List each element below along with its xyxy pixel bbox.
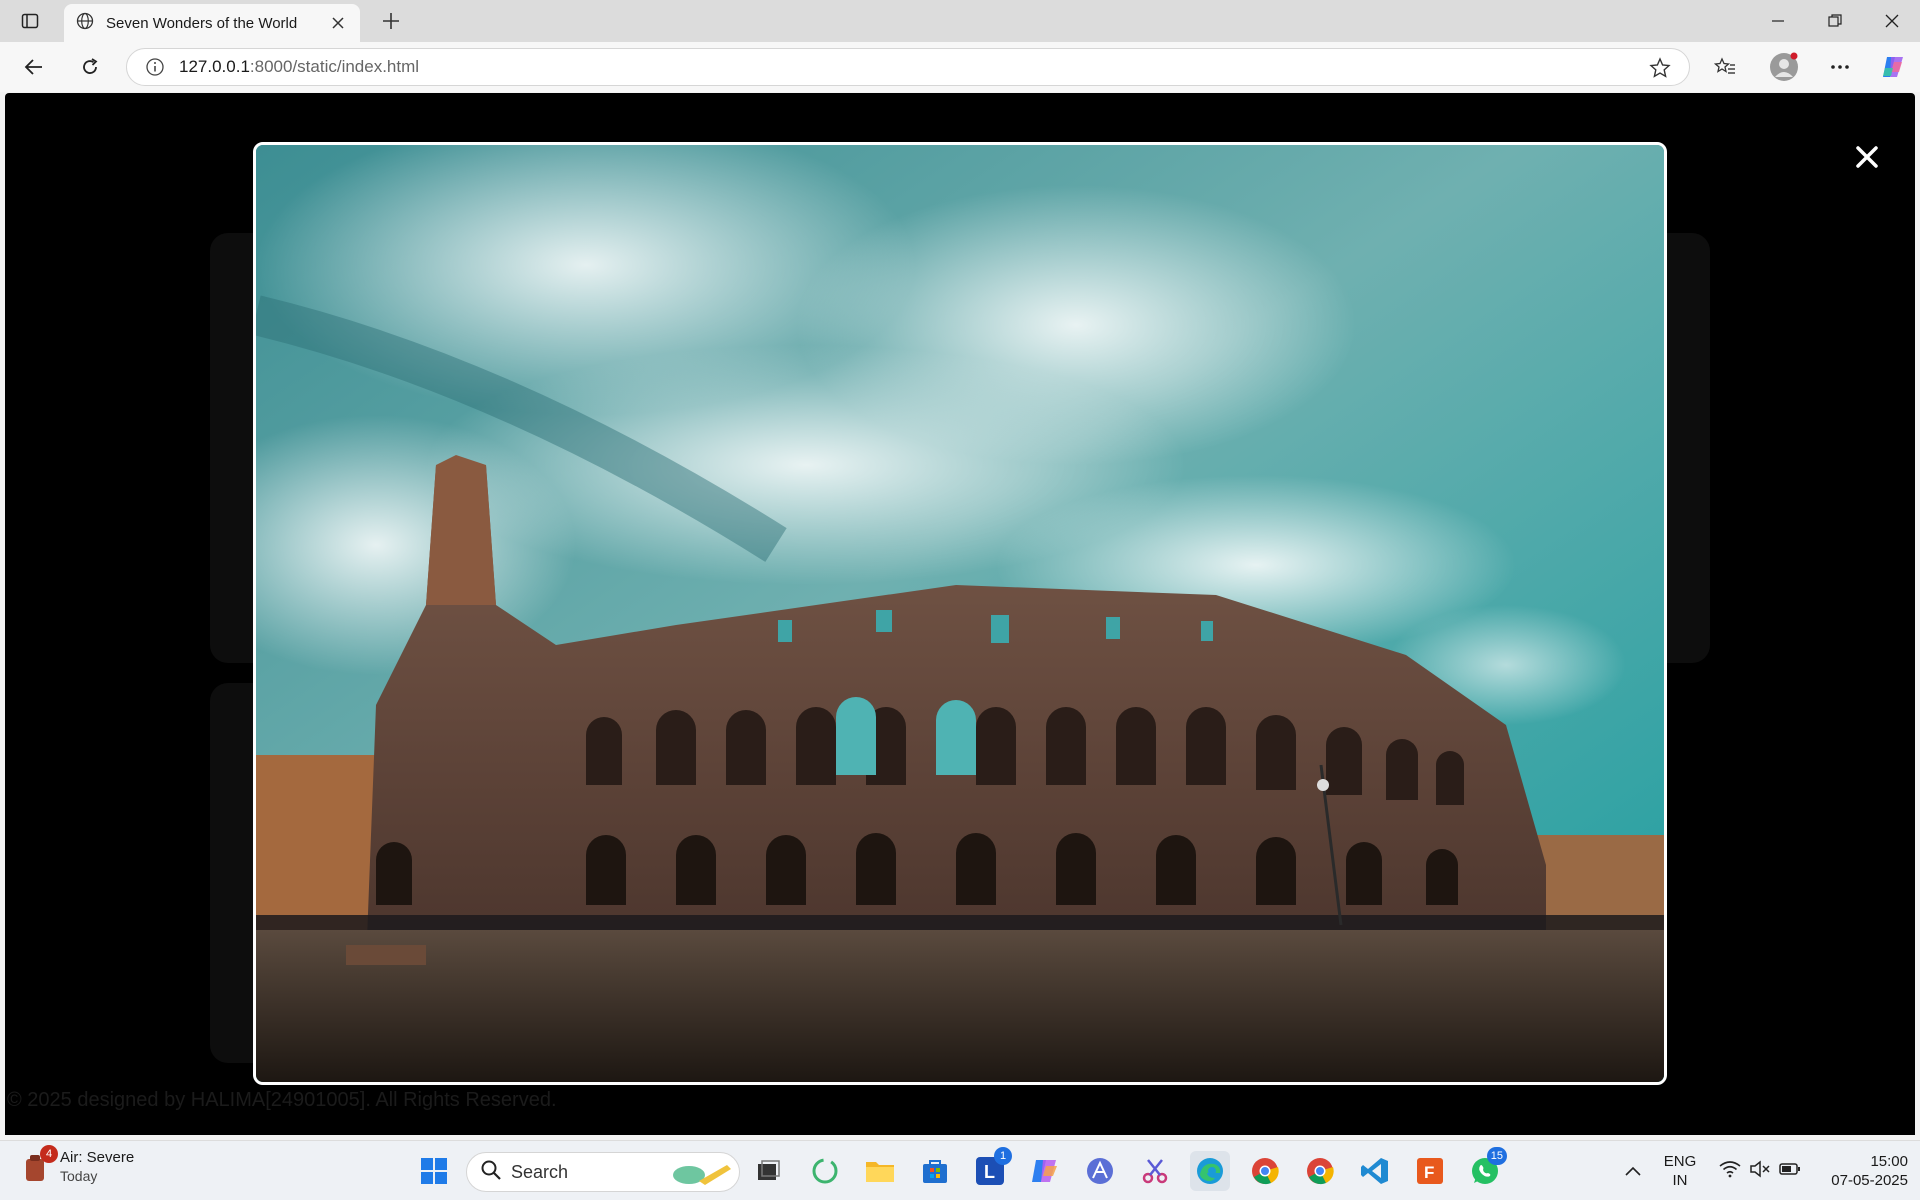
whatsapp-badge: 15 [1486,1147,1507,1165]
browser-tab[interactable]: Seven Wonders of the World [64,4,360,42]
back-arrow-icon[interactable] [20,53,48,81]
task-view-icon[interactable] [748,1151,788,1191]
browser-toolbar: 127.0.0.1:8000/static/index.html [0,42,1920,92]
minimize-icon[interactable] [1749,0,1806,42]
chevron-up-icon[interactable] [1613,1151,1653,1191]
restore-icon[interactable] [1806,0,1863,42]
vscode-icon[interactable] [1355,1151,1395,1191]
edge-browser-icon[interactable] [1190,1151,1230,1191]
chrome-icon[interactable] [1245,1151,1285,1191]
battery-icon [1779,1162,1801,1181]
tab-close-icon[interactable] [328,13,348,33]
close-window-icon[interactable] [1863,0,1920,42]
site-info-icon[interactable] [145,57,165,77]
search-highlight-icon [669,1159,733,1192]
tab-strip: Seven Wonders of the World [0,0,1920,42]
favorites-icon[interactable] [1711,53,1739,81]
svg-text:L: L [984,1162,995,1182]
weather-title: Air: Severe [60,1149,135,1166]
tab-actions-icon[interactable] [16,9,44,33]
new-tab-button[interactable] [378,8,404,34]
volume-muted-icon [1749,1159,1771,1183]
weather-icon: 4 [22,1144,58,1183]
clock-time: 15:00 [1870,1153,1908,1170]
globe-icon [76,12,94,35]
weather-badge: 4 [40,1144,58,1163]
url-host: 127.0.0.1 [179,57,250,76]
copilot-app-icon[interactable] [1025,1151,1065,1191]
lens-badge: 1 [994,1147,1012,1165]
address-bar[interactable]: 127.0.0.1:8000/static/index.html [126,48,1690,86]
colosseum-photo [256,145,1664,1082]
wifi-icon [1719,1160,1741,1183]
region-code: IN [1672,1172,1688,1189]
microsoft-store-icon[interactable] [915,1151,955,1191]
page-viewport: © 2025 designed by HALIMA[24901005]. All… [5,93,1915,1135]
url-text[interactable]: 127.0.0.1:8000/static/index.html [179,57,419,77]
whatsapp-icon[interactable]: 15 [1465,1147,1507,1191]
weather-widget[interactable]: 4 Air: Severe Today [22,1144,135,1184]
profile-avatar-icon[interactable] [1768,51,1800,83]
clock-date: 07-05-2025 [1831,1172,1908,1189]
language-code: ENG [1663,1153,1697,1170]
windows-start-icon[interactable] [414,1151,454,1191]
lens-app-icon[interactable]: L 1 [970,1147,1012,1191]
chrome-profile-icon[interactable] [1300,1151,1340,1191]
taskbar-search[interactable]: Search [466,1152,740,1192]
search-icon [481,1160,501,1185]
page-footer: © 2025 designed by HALIMA[24901005]. All… [7,1089,557,1111]
system-tray-icons[interactable] [1710,1151,1810,1191]
language-indicator[interactable]: ENG IN [1658,1152,1702,1190]
window-controls [1749,0,1920,42]
fusion-app-icon[interactable]: F [1410,1151,1450,1191]
url-path: :8000/static/index.html [249,57,420,76]
lightbox-image [253,142,1667,1085]
more-options-icon[interactable] [1826,53,1854,81]
weather-subtitle: Today [60,1168,98,1184]
favorite-star-icon[interactable] [1649,57,1671,79]
svg-text:F: F [1424,1163,1434,1182]
refresh-app-icon[interactable] [805,1151,845,1191]
lightbox-close-button[interactable] [1847,137,1887,177]
copilot-icon[interactable] [1879,53,1907,81]
taskbar: 4 Air: Severe Today Search L 1 F 15 ENG … [0,1140,1920,1200]
clock[interactable]: 15:00 07-05-2025 [1808,1152,1908,1190]
search-label: Search [511,1161,569,1182]
reload-icon[interactable] [76,53,104,81]
snipping-tool-icon[interactable] [1135,1151,1175,1191]
tab-title: Seven Wonders of the World [106,14,298,32]
pen-app-icon[interactable] [1080,1151,1120,1191]
file-explorer-icon[interactable] [860,1151,900,1191]
